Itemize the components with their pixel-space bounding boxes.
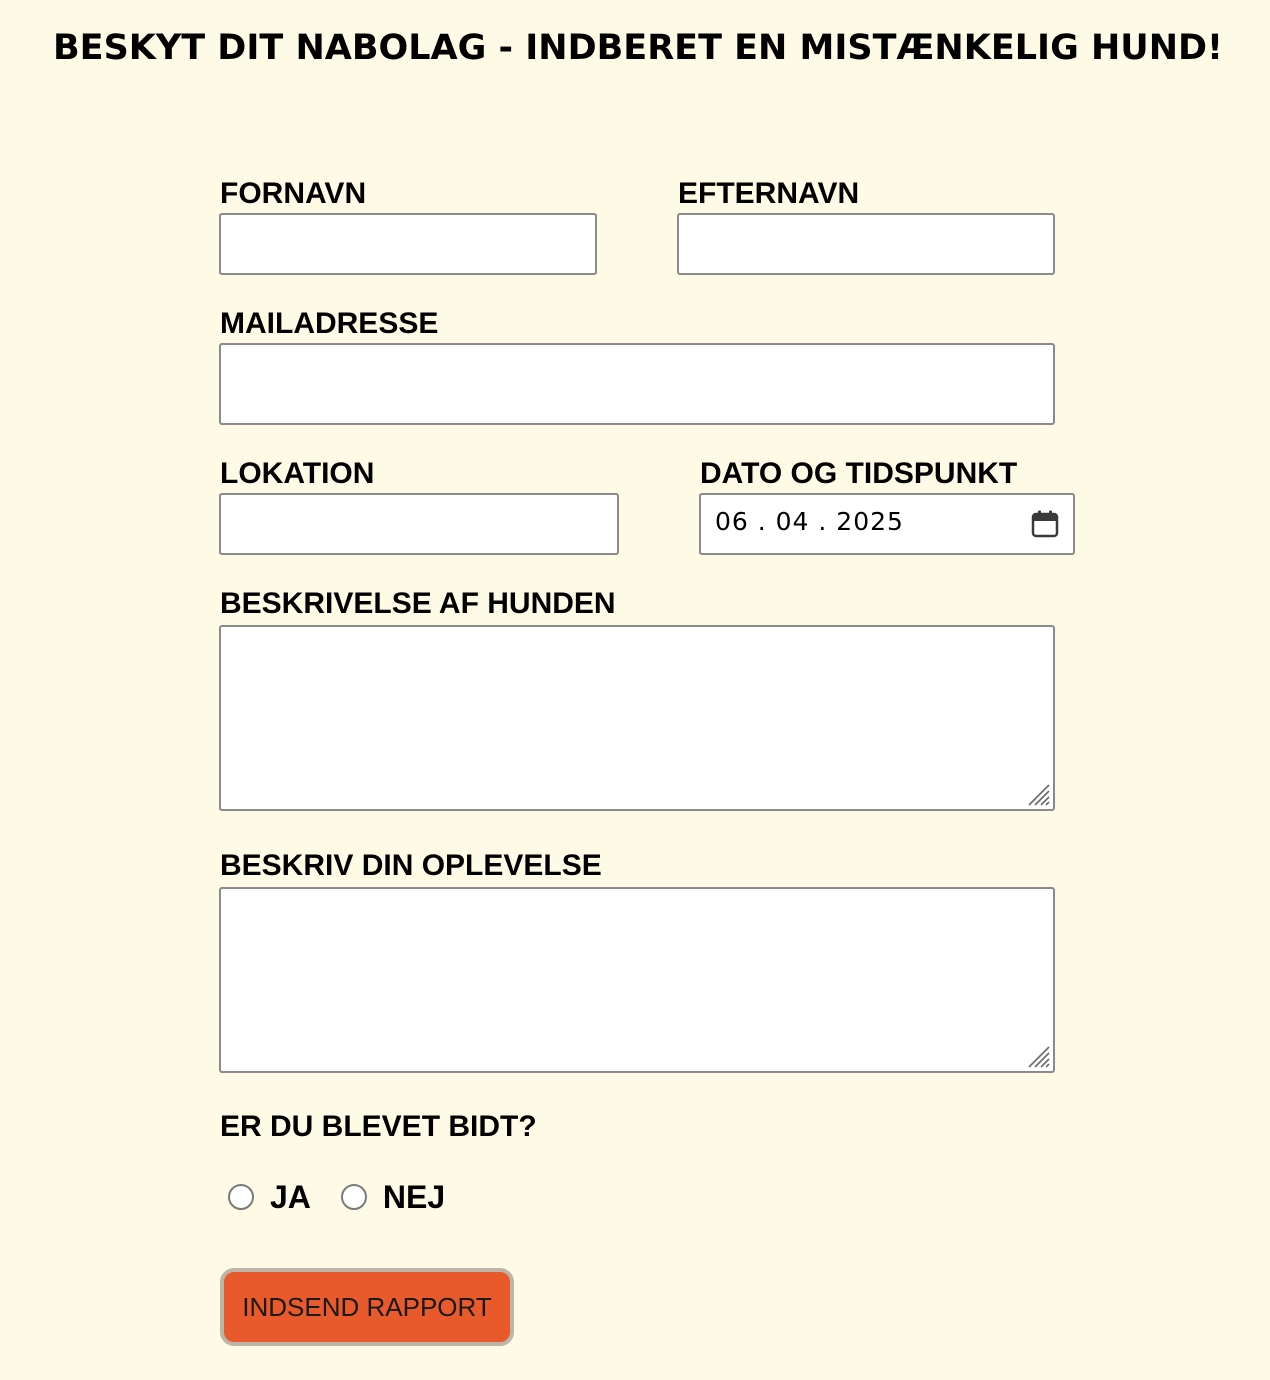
experience-label: BESKRIV DIN OPLEVELSE [220, 849, 602, 882]
bitten-radio-group: JA NEJ [228, 1176, 475, 1218]
calendar-icon[interactable] [1030, 509, 1060, 539]
resize-grip-icon[interactable] [1025, 1043, 1051, 1069]
experience-textarea[interactable] [219, 887, 1055, 1073]
dog-description-wrapper [219, 625, 1055, 811]
radio-option-no[interactable]: NEJ [340, 1177, 446, 1217]
email-label: MAILADRESSE [220, 307, 439, 340]
location-label: LOKATION [220, 457, 375, 490]
first-name-label: FORNAVN [220, 177, 367, 210]
resize-grip-icon[interactable] [1025, 781, 1051, 807]
location-input[interactable] [219, 493, 619, 555]
datetime-label: DATO OG TIDSPUNKT [700, 457, 1018, 490]
page-title: BESKYT DIT NABOLAG - INDBERET EN MISTÆNK… [52, 28, 1224, 68]
radio-yes[interactable] [228, 1184, 254, 1210]
datetime-input[interactable]: 06 . 04 . 2025 [699, 493, 1075, 555]
last-name-label: EFTERNAVN [678, 177, 860, 210]
bitten-question: ER DU BLEVET BIDT? [220, 1110, 537, 1143]
last-name-input[interactable] [677, 213, 1055, 275]
dog-description-label: BESKRIVELSE AF HUNDEN [220, 587, 616, 620]
submit-report-button[interactable]: INDSEND RAPPORT [220, 1268, 514, 1346]
dog-description-textarea[interactable] [219, 625, 1055, 811]
radio-no-label: NEJ [382, 1179, 446, 1215]
radio-yes-label: JA [270, 1179, 311, 1215]
email-input[interactable] [219, 343, 1055, 425]
radio-no[interactable] [340, 1184, 367, 1210]
radio-option-yes[interactable]: JA [228, 1177, 311, 1217]
experience-wrapper [219, 887, 1055, 1073]
datetime-value: 06 . 04 . 2025 [715, 507, 904, 536]
first-name-input[interactable] [219, 213, 597, 275]
